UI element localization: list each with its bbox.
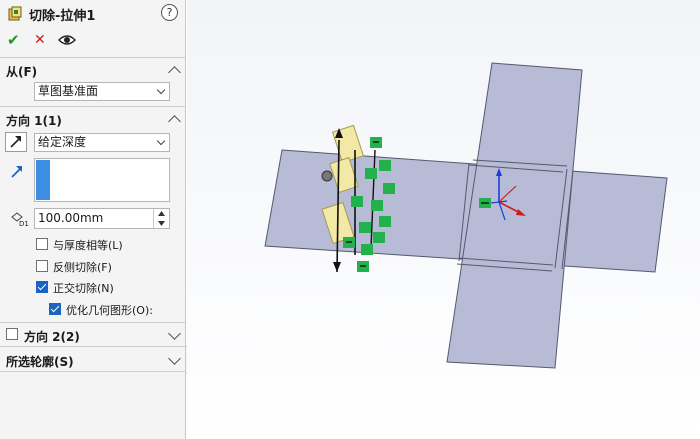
end-condition-select[interactable]: 给定深度 [34,133,170,152]
flip-side-label: 反侧切除(F) [53,261,112,274]
direction1-section-header[interactable]: 方向 1(1) [0,110,185,128]
direction-selection-box[interactable] [34,158,170,202]
normal-cut-label: 正交切除(N) [53,282,114,295]
spin-down-icon[interactable] [158,221,165,226]
divider [0,106,185,107]
dropdown-arrow-icon [156,136,166,146]
expand-chevron-icon[interactable] [168,327,181,340]
equal-thickness-label: 与厚度相等(L) [53,239,123,252]
dropdown-arrow-icon [156,85,166,95]
selection-highlight [36,160,50,200]
depth-spinner[interactable] [153,209,169,228]
divider [0,322,185,323]
ok-button[interactable]: ✔ [7,31,20,49]
normal-cut-checkbox[interactable] [36,281,48,293]
depth-dimension-icon: D1 [11,212,29,227]
collapse-chevron-icon[interactable] [168,66,181,79]
action-bar: ✔ ✕ [0,30,185,50]
reverse-direction-button[interactable] [5,132,27,152]
divider [0,346,185,347]
from-select[interactable]: 草图基准面 [34,82,170,101]
flip-side-checkbox[interactable] [36,260,48,272]
contours-section-header[interactable]: 所选轮廓(S) [0,351,185,369]
equal-thickness-checkbox[interactable] [36,238,48,250]
spin-up-icon[interactable] [158,211,165,216]
from-section-header[interactable]: 从(F) [0,61,185,79]
preview-eye-icon[interactable] [58,33,76,47]
optimize-geometry-label: 优化几何图形(O): [66,304,153,317]
depth-input[interactable]: 100.00mm [34,208,170,229]
collapse-chevron-icon[interactable] [168,115,181,128]
help-icon[interactable]: ? [161,4,178,21]
graphics-viewport[interactable] [187,0,700,439]
property-manager: 切除-拉伸1 ? ✔ ✕ 从(F) 草图基准面 方向 1(1) 给定深度 D1 … [0,0,186,439]
svg-text:D1: D1 [19,220,29,227]
model-view[interactable] [187,0,700,439]
extrude-cut-icon [8,6,22,21]
optimize-geometry-checkbox[interactable] [49,303,61,315]
divider [0,57,185,58]
divider [0,371,185,372]
feature-title-bar: 切除-拉伸1 [0,3,185,25]
expand-chevron-icon[interactable] [168,352,181,365]
direction-vector-icon [11,166,22,178]
reverse-direction-icon [10,136,21,148]
cancel-button[interactable]: ✕ [34,32,46,48]
feature-title: 切除-拉伸1 [29,8,96,24]
direction2-section-header[interactable]: 方向 2(2) [0,326,185,344]
